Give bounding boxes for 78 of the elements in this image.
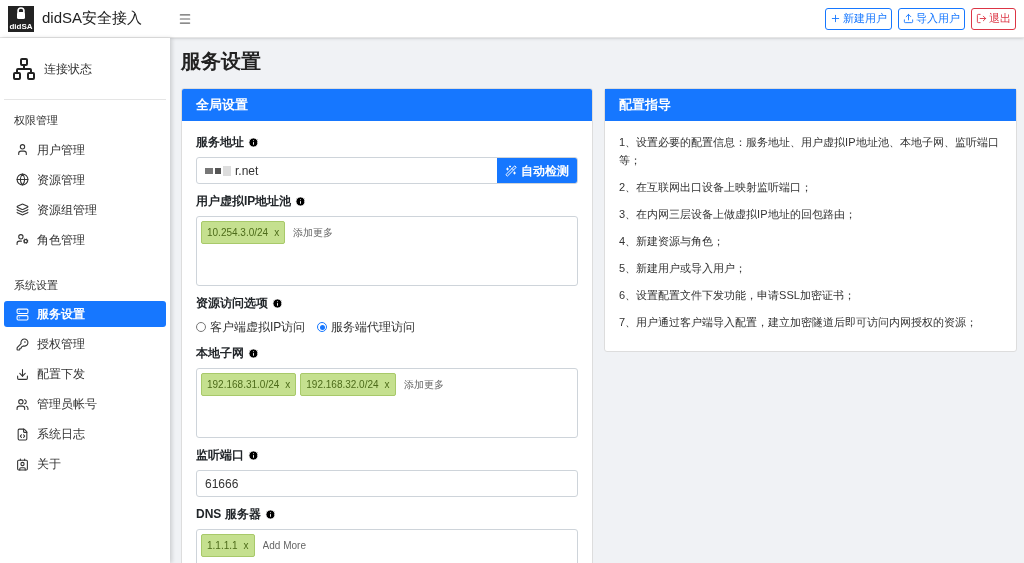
user-icon	[16, 143, 29, 156]
nav-item[interactable]: 管理员帐号	[4, 391, 166, 417]
key-icon	[16, 337, 29, 351]
add-more-input[interactable]: 添加更多	[289, 221, 370, 244]
tags-field[interactable]: 10.254.3.0/24 x 添加更多	[196, 216, 578, 286]
add-more-input[interactable]: Add More	[258, 534, 339, 557]
group-heading: 权限管理	[13, 113, 59, 128]
header-button[interactable]: 导入用户	[898, 7, 965, 30]
info-icon	[248, 136, 259, 148]
tag-label: 192.168.32.0/24	[306, 378, 379, 392]
download-icon	[16, 367, 29, 381]
guide-step: 7、用户通过客户端导入配置，建立加密隧道后即可访问内网授权的资源；	[619, 313, 1002, 331]
redaction-mark	[205, 165, 231, 176]
header-button[interactable]: 新建用户	[825, 7, 892, 30]
tag-label: 192.168.31.0/24	[207, 378, 280, 392]
auto-detect-button[interactable]: 自动检测	[497, 158, 577, 183]
info-icon	[272, 297, 283, 309]
layers-icon	[16, 203, 29, 216]
remove-tag-button[interactable]: x	[285, 377, 291, 392]
code-file-icon	[16, 427, 29, 441]
logout-icon	[976, 13, 987, 24]
guide-step: 2、在互联网出口设备上映射监听端口；	[619, 178, 1002, 196]
radio-option[interactable]: 客户端虚拟IP访问	[196, 318, 306, 336]
radio-option[interactable]: 服务端代理访问	[317, 318, 416, 336]
tag-label: 10.254.3.0/24	[207, 226, 269, 240]
brand-name: didSA安全接入	[42, 8, 143, 29]
user-gear-icon	[16, 233, 29, 246]
users-icon	[16, 397, 29, 411]
connection-status-link[interactable]: 连接状态	[4, 38, 166, 100]
info-icon	[295, 195, 307, 207]
lock-icon	[16, 6, 26, 20]
nav-item[interactable]: 资源组管理	[4, 196, 166, 223]
guide-step: 5、新建用户或导入用户；	[619, 259, 1002, 277]
info-icon	[248, 347, 259, 359]
port-field[interactable]: 61666	[196, 470, 578, 497]
field-label: 监听端口	[196, 447, 244, 464]
network-icon	[12, 56, 36, 81]
nav-item[interactable]: 关于	[4, 451, 166, 477]
menu-icon[interactable]	[178, 11, 192, 26]
contact-card-icon	[16, 457, 29, 471]
nav-item[interactable]: 资源管理	[4, 166, 166, 193]
remove-tag-button[interactable]: x	[384, 377, 390, 392]
upload-icon	[903, 13, 914, 24]
page-title: 服务设置	[181, 49, 262, 74]
card-header: 全局设置	[182, 89, 592, 121]
field-label: 资源访问选项	[196, 295, 268, 312]
guide-step: 1、设置必要的配置信息：服务地址、用户虚拟IP地址池、本地子网、监听端口等；	[619, 133, 1002, 169]
tags-field[interactable]: 192.168.31.0/24 x 192.168.32.0/24 x 添加更多	[196, 368, 578, 438]
field-label: DNS 服务器	[196, 506, 261, 523]
nav-item[interactable]: 用户管理	[4, 136, 166, 163]
nav-item[interactable]: 服务设置	[4, 301, 166, 327]
guide-step: 6、设置配置文件下发功能，申请SSL加密证书；	[619, 286, 1002, 304]
guide-step: 3、在内网三层设备上做虚拟IP地址的回包路由；	[619, 205, 1002, 223]
nav-item[interactable]: 配置下发	[4, 361, 166, 387]
guide-step: 4、新建资源与角色；	[619, 232, 1002, 250]
logo-text: didSA	[9, 21, 33, 31]
remove-tag-button[interactable]: x	[274, 225, 280, 240]
address-field[interactable]: r.net 自动检测	[196, 157, 578, 184]
field-label: 服务地址	[196, 134, 244, 151]
nav-item[interactable]: 授权管理	[4, 331, 166, 357]
server-icon	[16, 307, 29, 321]
nav-item[interactable]: 系统日志	[4, 421, 166, 447]
address-value: r.net	[235, 162, 259, 180]
field-label: 本地子网	[196, 345, 244, 362]
globe-icon	[16, 173, 29, 186]
remove-tag-button[interactable]: x	[243, 538, 249, 553]
card-header: 配置指导	[605, 89, 1016, 121]
header-button[interactable]: 退出	[971, 7, 1016, 30]
tag-label: 1.1.1.1	[207, 539, 238, 553]
tags-field[interactable]: 1.1.1.1 x Add More	[196, 529, 578, 563]
field-label: 用户虚拟IP地址池	[196, 193, 292, 210]
nav-item[interactable]: 角色管理	[4, 226, 166, 253]
info-icon	[248, 449, 259, 461]
group-heading: 系统设置	[13, 277, 59, 293]
info-icon	[264, 508, 276, 520]
add-more-input[interactable]: 添加更多	[399, 373, 480, 396]
magic-wand-icon	[505, 164, 517, 177]
plus-icon	[830, 13, 841, 24]
